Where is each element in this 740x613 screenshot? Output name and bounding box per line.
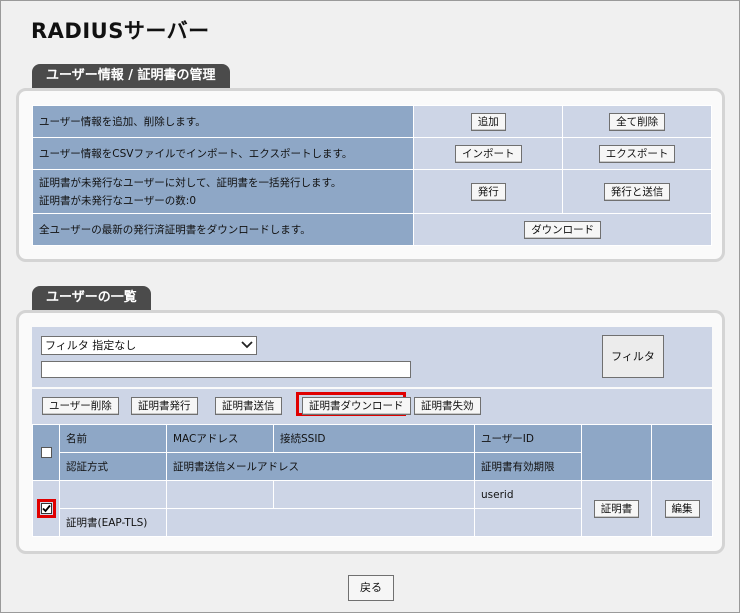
row-edit-button[interactable]: 編集 — [664, 499, 700, 518]
download-cert-button[interactable]: 証明書ダウンロード — [302, 397, 411, 415]
user-list-section-header: ユーザーの一覧 — [32, 286, 151, 310]
user-table: 名前 MACアドレス 接続SSID ユーザーID 認証方式 証明書送信メールアド… — [32, 424, 713, 537]
col-userid: ユーザーID — [474, 424, 582, 453]
download-all-button[interactable]: ダウンロード — [524, 220, 602, 239]
add-button[interactable]: 追加 — [470, 112, 506, 131]
user-list-panel: フィルタ 指定なし フィルタ ユーザー削除 証明書発行 証明書送信 証明書ダウン… — [16, 310, 725, 554]
col-mac: MACアドレス — [166, 424, 274, 453]
cell-mac — [166, 480, 274, 509]
check-icon — [41, 504, 51, 513]
delete-user-button[interactable]: ユーザー削除 — [42, 397, 119, 415]
cell-name — [59, 480, 167, 509]
cell-userid: userid — [474, 480, 582, 509]
bulk-issue-desc-line1: 証明書が未発行なユーザーに対して、証明書を一括発行します。 — [39, 177, 342, 189]
row-checkbox[interactable] — [40, 503, 52, 514]
row-cert-button[interactable]: 証明書 — [593, 499, 640, 518]
unissued-count: 証明書が未発行なユーザーの数:0 — [39, 195, 197, 207]
col-auth: 認証方式 — [59, 452, 167, 481]
col-edit-action — [651, 424, 713, 481]
cell-expiry — [474, 508, 582, 537]
row-checkbox-highlight — [36, 499, 56, 518]
user-mgmt-section-header: ユーザー情報 / 証明書の管理 — [32, 64, 230, 88]
cell-mail — [166, 508, 475, 537]
download-desc: 全ユーザーの最新の発行済証明書をダウンロードします。 — [31, 213, 415, 246]
filter-select-value: フィルタ 指定なし — [45, 339, 137, 352]
back-button[interactable]: 戻る — [348, 575, 394, 601]
export-button[interactable]: エクスポート — [598, 144, 676, 163]
filter-button[interactable]: フィルタ — [602, 335, 664, 378]
issue-cert-button[interactable]: 証明書発行 — [131, 397, 198, 415]
issue-button[interactable]: 発行 — [470, 182, 506, 201]
divider — [32, 387, 712, 389]
bulk-issue-desc: 証明書が未発行なユーザーに対して、証明書を一括発行します。 証明書が未発行なユー… — [31, 169, 415, 214]
cell-ssid — [273, 480, 475, 509]
filter-area: フィルタ 指定なし フィルタ ユーザー削除 証明書発行 証明書送信 証明書ダウン… — [32, 327, 712, 424]
send-cert-button[interactable]: 証明書送信 — [215, 397, 282, 415]
delete-all-button[interactable]: 全て削除 — [609, 112, 666, 131]
col-cert-action — [581, 424, 652, 481]
user-mgmt-table: ユーザー情報を追加、削除します。 追加 全て削除 ユーザー情報をCSVファイルで… — [31, 105, 712, 246]
add-delete-desc: ユーザー情報を追加、削除します。 — [31, 105, 415, 138]
filter-text-input[interactable] — [41, 361, 411, 378]
revoke-cert-button[interactable]: 証明書失効 — [414, 397, 481, 415]
cell-auth: 証明書(EAP-TLS) — [59, 508, 167, 537]
filter-select[interactable]: フィルタ 指定なし — [41, 336, 257, 355]
select-all-checkbox[interactable] — [40, 447, 52, 458]
issue-and-send-button[interactable]: 発行と送信 — [603, 182, 671, 201]
col-expiry: 証明書有効期限 — [474, 452, 582, 481]
import-button[interactable]: インポート — [455, 144, 522, 163]
col-mail: 証明書送信メールアドレス — [166, 452, 475, 481]
user-mgmt-panel: ユーザー情報を追加、削除します。 追加 全て削除 ユーザー情報をCSVファイルで… — [16, 88, 725, 262]
chevron-down-icon — [241, 341, 253, 349]
page-title: RADIUSサーバー — [31, 19, 210, 43]
col-name: 名前 — [59, 424, 167, 453]
import-export-desc: ユーザー情報をCSVファイルでインポート、エクスポートします。 — [31, 137, 415, 170]
col-ssid: 接続SSID — [273, 424, 475, 453]
